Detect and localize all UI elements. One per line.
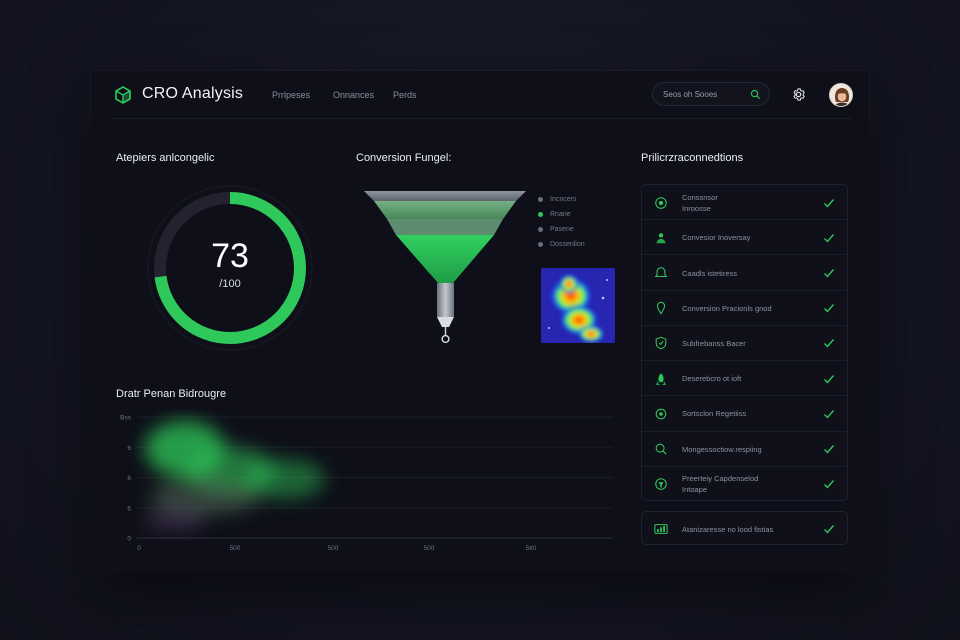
funnel-section-title: Conversion Fungel: xyxy=(356,152,452,164)
recommendation-line1: Deserebcro ot ioft xyxy=(682,374,742,384)
tab-prrlpeses[interactable]: Prrlpeses xyxy=(272,90,310,100)
search-input[interactable] xyxy=(663,88,747,101)
recommendation-item[interactable]: Subfrebanss Bacer xyxy=(642,326,847,362)
y-tick-label: 6 xyxy=(127,475,131,482)
recommendations-list: Conssnsor Inroosse Convesior Inoversay Caad… xyxy=(641,184,848,501)
check-icon xyxy=(824,480,835,489)
recommendation-line1: Subfrebanss Bacer xyxy=(682,338,746,348)
chart-section-title: Dratr Penan Bidrougre xyxy=(116,388,227,400)
recommendation-line1: Convesior Inoversay xyxy=(682,233,751,243)
recommendation-item[interactable]: Caadls istetiress xyxy=(642,255,847,291)
target-icon xyxy=(655,196,667,209)
check-icon xyxy=(824,269,835,278)
group-icon xyxy=(656,233,666,244)
check-icon xyxy=(824,339,835,349)
search-icon[interactable] xyxy=(750,89,761,100)
legend-item: Incncers xyxy=(538,195,585,210)
y-tick-label: 6 xyxy=(127,505,131,512)
recommendation-item[interactable]: Mongessoctiow.respiing xyxy=(642,432,847,467)
legend-item: Rnane xyxy=(538,210,585,225)
legend-dot xyxy=(538,212,543,217)
score-max: /100 xyxy=(219,278,241,290)
legend-dot xyxy=(538,242,543,247)
recommendation-label: Subfrebanss Bacer xyxy=(682,338,814,349)
y-tick-label: 0 xyxy=(127,536,131,543)
score-section-title: Atepiers anlcongelic xyxy=(116,152,215,164)
click-heatmap xyxy=(541,268,615,343)
recommendation-line2: Intoape xyxy=(682,485,708,495)
tab-onnances[interactable]: Onnances xyxy=(333,90,374,100)
funnel-stage-4 xyxy=(396,235,494,283)
check-icon xyxy=(824,445,835,454)
recommendation-line1: Conversion Pracionls gnod xyxy=(682,303,772,313)
recommendation-label: Sortsclon Regetiiss xyxy=(682,408,814,419)
x-tick-label: 5tt0 xyxy=(526,545,537,552)
density-chart: Bss 6 6 6 0 0 500 500 500 5tt0 xyxy=(120,415,613,552)
check-icon xyxy=(824,304,835,313)
density-blob xyxy=(145,421,325,529)
recommendation-line2: Inroosse xyxy=(682,203,711,213)
recommendations-title: Prilicrzraconnedtions xyxy=(641,152,744,164)
bell-icon xyxy=(654,267,668,278)
search-box[interactable] xyxy=(652,82,770,106)
x-tick-label: 500 xyxy=(424,545,435,552)
legend-dot xyxy=(538,197,543,202)
check-icon xyxy=(824,198,835,208)
cube-logo-icon xyxy=(115,86,131,104)
recommendation-line1: Mongessoctiow.respiing xyxy=(682,444,762,454)
recommendation-line1: Preerteiy Capdenselod xyxy=(682,474,759,484)
recommendation-label: Deserebcro ot ioft xyxy=(682,373,814,384)
check-icon xyxy=(824,525,835,534)
recommendation-item[interactable]: Conssnsor Inroosse xyxy=(642,185,847,221)
funnel-stage-2 xyxy=(374,201,516,219)
check-icon xyxy=(824,374,835,384)
recommendation-item[interactable]: Preerteiy Capdenselod Intoape xyxy=(642,467,847,502)
recommendation-line1: Caadls istetiress xyxy=(682,268,738,278)
legend-item: Pasene xyxy=(538,225,585,240)
funnel-stage-3 xyxy=(387,219,503,235)
recommendation-item[interactable]: Deserebcro ot ioft xyxy=(642,361,847,397)
legend-dot xyxy=(538,227,543,232)
avatar[interactable] xyxy=(829,83,853,107)
recommendation-item[interactable]: Sortsclon Regetiiss xyxy=(642,396,847,432)
funnel-icon xyxy=(655,478,667,491)
conversion-funnel xyxy=(364,191,526,344)
settings-cog-icon xyxy=(655,408,667,420)
recommendation-label: Convesior Inoversay xyxy=(682,232,814,243)
recommendation-label: Caadls istetiress xyxy=(682,268,814,279)
score-value: 73 xyxy=(211,237,249,275)
funnel-legend: Incncers Rnane Pasene Dossenlion xyxy=(538,195,585,255)
rocket-icon xyxy=(655,373,667,385)
tab-perds[interactable]: Perds xyxy=(393,90,417,100)
app-title: CRO Analysis xyxy=(142,85,244,102)
summary-label: Atanizaresse no lood fistias xyxy=(682,525,774,534)
funnel-stage-1 xyxy=(364,191,526,201)
shield-icon xyxy=(655,337,667,350)
recommendation-summary-card[interactable]: Atanizaresse no lood fistias xyxy=(641,511,848,545)
y-tick-label: 6 xyxy=(127,445,131,452)
pin-icon xyxy=(656,302,666,315)
x-tick-label: 0 xyxy=(137,545,141,552)
recommendation-item[interactable]: Convesior Inoversay xyxy=(642,220,847,256)
legend-item: Dossenlion xyxy=(538,240,585,255)
search-user-icon xyxy=(655,443,667,455)
recommendation-label: Preerteiy Capdenselod Intoape xyxy=(682,473,814,495)
avatar-portrait-icon xyxy=(830,84,852,106)
gear-icon[interactable] xyxy=(791,87,806,102)
x-tick-label: 500 xyxy=(230,545,241,552)
chart-bars-icon xyxy=(654,524,668,534)
app-window: CRO Analysis Prrlpeses Onnances Perds At… xyxy=(91,71,869,572)
funnel-spout xyxy=(437,283,454,317)
x-tick-label: 500 xyxy=(328,545,339,552)
recommendation-line1: Sortsclon Regetiiss xyxy=(682,409,747,419)
recommendation-label: Conversion Pracionls gnod xyxy=(682,303,814,314)
recommendation-line1: Conssnsor xyxy=(682,192,718,202)
header-divider xyxy=(113,118,851,119)
recommendation-label: Conssnsor Inroosse xyxy=(682,192,814,214)
recommendation-label: Mongessoctiow.respiing xyxy=(682,444,814,455)
check-icon xyxy=(824,233,835,243)
check-icon xyxy=(824,409,835,419)
recommendation-item[interactable]: Conversion Pracionls gnod xyxy=(642,291,847,326)
y-tick-label: Bss xyxy=(120,415,132,422)
